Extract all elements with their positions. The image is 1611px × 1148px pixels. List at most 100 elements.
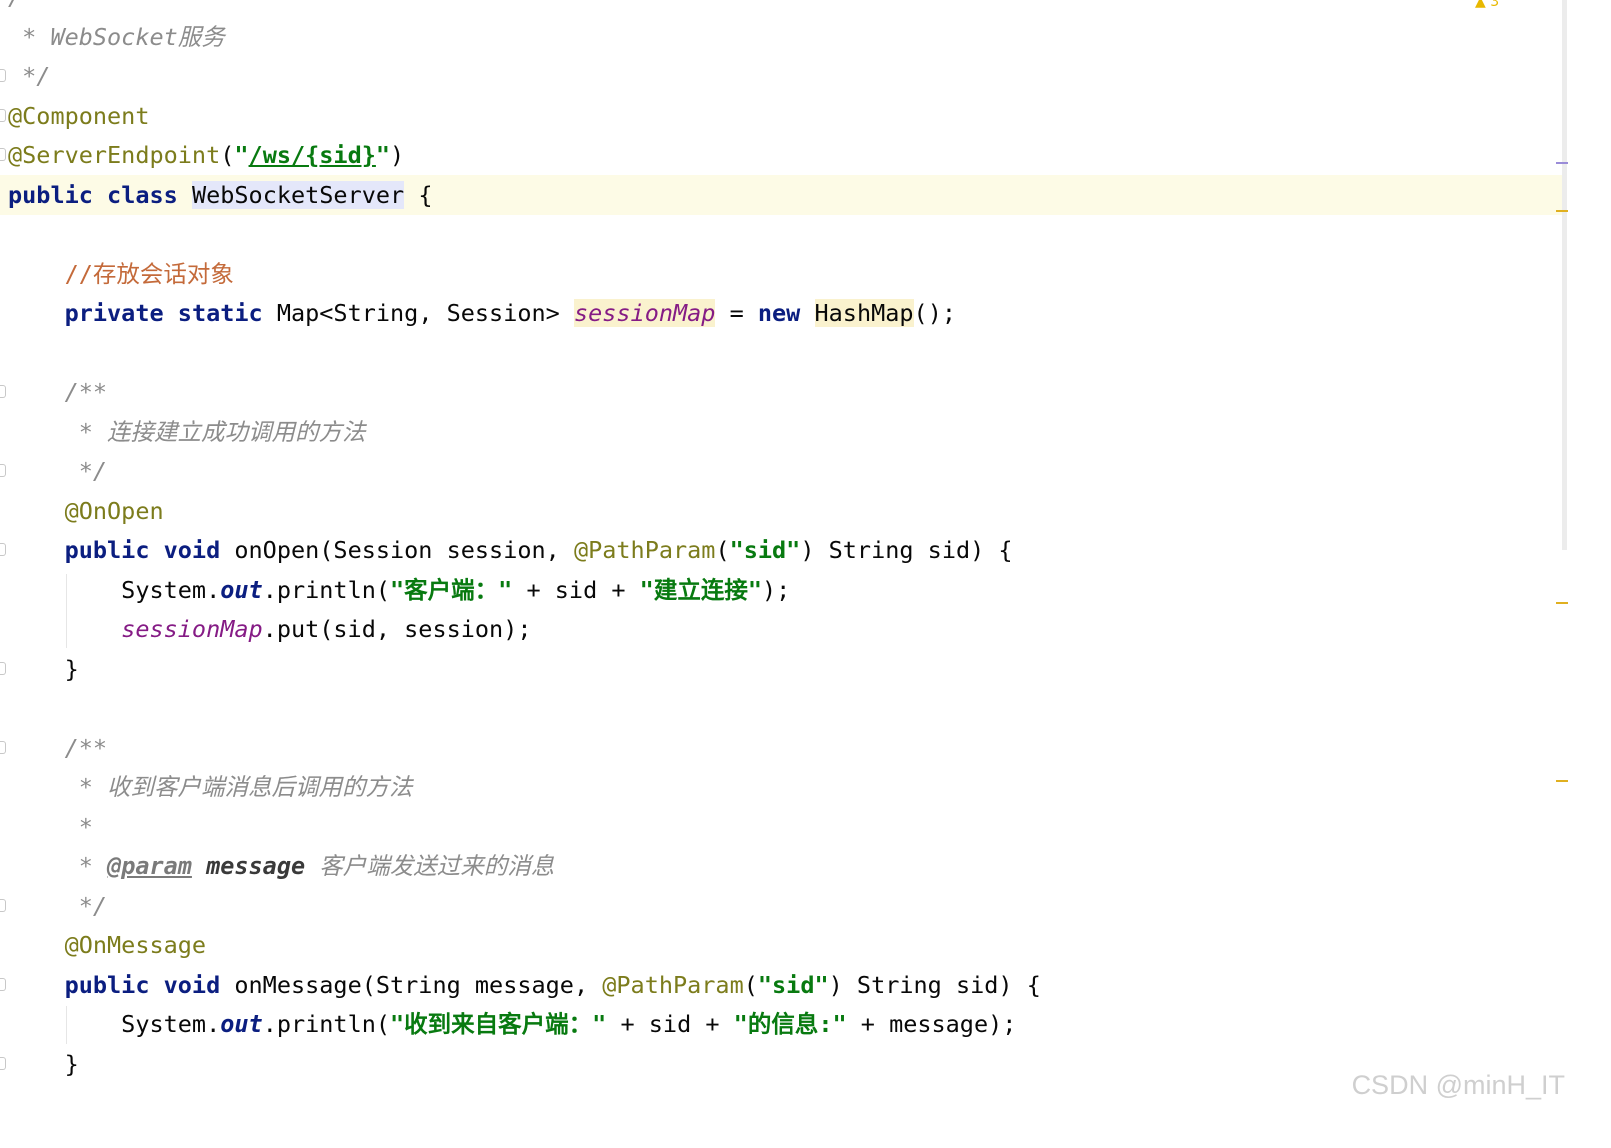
code-line[interactable]: } — [0, 649, 1566, 689]
scroll-marker[interactable] — [1556, 780, 1568, 782]
code-line[interactable] — [0, 214, 1566, 254]
code-token: * 连接建立成功调用的方法 — [8, 417, 366, 446]
fold-icon[interactable] — [0, 385, 6, 398]
code-token: sessionMap — [121, 615, 263, 643]
code-line[interactable]: public class WebSocketServer { — [0, 174, 1566, 215]
fold-icon[interactable] — [0, 543, 6, 556]
code-line[interactable]: //存放会话对象 — [0, 254, 1566, 294]
code-line[interactable]: */ — [0, 56, 1566, 96]
code-token: @PathParam — [573, 536, 716, 564]
code-line[interactable]: public void onOpen(Session session, @Pat… — [0, 530, 1566, 570]
code-text: @Component — [8, 96, 149, 136]
warning-icon[interactable]: ▲ 3 — [1475, 0, 1499, 10]
code-token: private — [64, 299, 164, 327]
code-token: ); — [761, 575, 791, 604]
code-token: @Component — [8, 101, 150, 130]
code-token: */ — [8, 62, 51, 90]
fold-icon[interactable] — [0, 977, 6, 991]
code-line[interactable]: public void onMessage(String message, @P… — [0, 965, 1566, 1005]
code-token: */ — [8, 457, 108, 485]
scroll-marker[interactable] — [1556, 210, 1568, 212]
code-line[interactable]: System.out.println("收到来自客户端：" + sid + "的… — [0, 1004, 1566, 1044]
code-text: System.out.println("客户端：" + sid + "建立连接"… — [8, 570, 790, 610]
code-text: * 收到客户端消息后调用的方法 — [8, 767, 413, 807]
code-token: { — [404, 180, 433, 209]
scroll-marker[interactable] — [1556, 162, 1568, 164]
code-text: * @param message 客户端发送过来的消息 — [8, 846, 555, 886]
fold-icon[interactable] — [0, 898, 6, 912]
code-token: * — [8, 812, 93, 841]
code-text: @OnOpen — [8, 491, 164, 531]
code-token: System. — [8, 575, 221, 604]
code-token: void — [163, 536, 221, 564]
code-text: sessionMap.put(sid, session); — [8, 609, 531, 649]
code-token: (); — [913, 299, 956, 327]
code-token: ) String sid) { — [800, 536, 1013, 564]
code-token: static — [177, 299, 263, 327]
code-token: class — [107, 180, 178, 209]
code-token: public — [64, 970, 150, 999]
scrollbar[interactable] — [1562, 0, 1567, 550]
fold-icon[interactable] — [0, 108, 6, 122]
code-line[interactable]: * 连接建立成功调用的方法 — [0, 412, 1566, 452]
watermark: CSDN @minH_IT — [1351, 1070, 1565, 1100]
code-line[interactable]: * WebSocket服务 — [0, 17, 1566, 57]
code-text: /** — [8, 728, 107, 768]
code-token: .println( — [262, 575, 391, 604]
code-text: */ — [8, 886, 107, 926]
code-token: + sid + — [512, 575, 640, 604]
code-token: * — [8, 852, 108, 880]
code-line[interactable]: } — [0, 1044, 1566, 1084]
code-line[interactable] — [0, 688, 1566, 728]
code-token: } — [8, 1049, 79, 1078]
code-text: @ServerEndpoint("/ws/{sid}") — [8, 135, 404, 175]
code-text: public class WebSocketServer { — [8, 175, 432, 215]
code-token: " — [375, 141, 391, 169]
code-line[interactable]: /** — [0, 372, 1566, 412]
fold-icon[interactable] — [0, 1056, 6, 1070]
code-token: System. — [8, 1010, 221, 1038]
fold-icon[interactable] — [0, 661, 6, 675]
code-token: + message); — [846, 1010, 1017, 1038]
code-line[interactable] — [0, 333, 1566, 373]
code-line[interactable]: * — [0, 807, 1566, 847]
code-token: @ServerEndpoint — [8, 141, 221, 169]
code-line[interactable]: @Component — [0, 96, 1566, 136]
code-line[interactable]: @OnMessage — [0, 925, 1566, 965]
scroll-marker[interactable] — [1556, 602, 1568, 604]
code-line[interactable]: */ — [0, 451, 1566, 491]
code-line[interactable]: */ — [0, 886, 1566, 926]
code-line[interactable]: @ServerEndpoint("/ws/{sid}") — [0, 135, 1566, 175]
code-line[interactable]: * 收到客户端消息后调用的方法 — [0, 767, 1566, 807]
code-line[interactable]: /** — [0, 0, 1566, 17]
code-token: public — [8, 180, 93, 209]
code-token: onOpen(Session session, — [220, 536, 574, 564]
code-text: public void onOpen(Session session, @Pat… — [8, 530, 1013, 570]
code-line[interactable]: System.out.println("客户端：" + sid + "建立连接"… — [0, 570, 1566, 610]
code-line[interactable]: /** — [0, 728, 1566, 768]
code-token: } — [8, 654, 79, 683]
code-line[interactable]: sessionMap.put(sid, session); — [0, 609, 1566, 649]
code-line[interactable]: * @param message 客户端发送过来的消息 — [0, 846, 1566, 886]
code-token: @PathParam — [602, 970, 744, 999]
code-text: } — [8, 1044, 79, 1084]
code-editor[interactable]: /** * WebSocket服务 */ @Component @ServerEnd… — [0, 0, 1611, 1148]
indent-guide — [66, 574, 67, 648]
code-line[interactable]: @OnOpen — [0, 491, 1566, 531]
fold-icon[interactable] — [0, 148, 6, 161]
code-token: ) String sid) { — [828, 970, 1041, 999]
code-token: out — [220, 575, 263, 604]
fold-icon[interactable] — [0, 740, 6, 754]
code-line[interactable]: private static Map<String, Session> sess… — [0, 293, 1566, 333]
code-token: * 收到客户端消息后调用的方法 — [8, 773, 413, 801]
fold-icon[interactable] — [0, 464, 6, 477]
code-token: 客户端发送过来的消息 — [305, 852, 555, 880]
code-token: "建立连接" — [639, 575, 762, 604]
fold-icon[interactable] — [0, 69, 6, 82]
